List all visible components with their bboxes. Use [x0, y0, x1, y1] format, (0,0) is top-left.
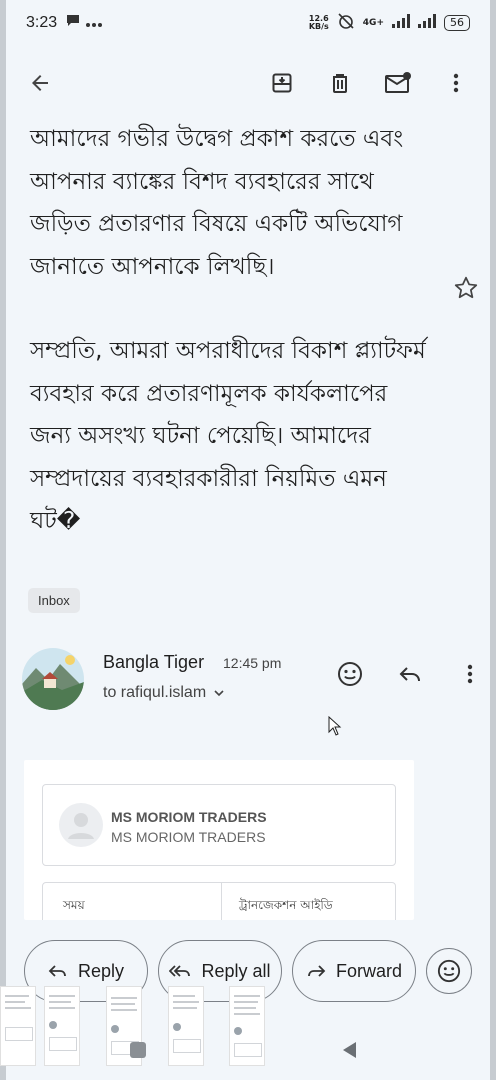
trash-icon: [333, 74, 347, 93]
message-time: 12:45 pm: [223, 655, 282, 671]
receipt-image-preview[interactable]: MS MORIOM TRADERS MS MORIOM TRADERS সময়…: [24, 760, 414, 920]
battery-indicator: 56: [444, 15, 470, 31]
reply-icon: [399, 667, 420, 682]
recent-thumbnail[interactable]: [0, 986, 36, 1066]
signal-icon: [392, 14, 410, 32]
star-outline-icon: [454, 276, 478, 299]
message-header: Bangla Tiger 12:45 pm to rafiqul.islam: [22, 648, 482, 712]
home-nav-icon: [130, 1042, 146, 1058]
recipient-text: to rafiqul.islam: [103, 684, 207, 701]
arrow-left-icon: [32, 75, 48, 91]
merchant-name: MS MORIOM TRADERS: [111, 809, 267, 825]
archive-icon: [272, 73, 292, 93]
app-bar: [6, 46, 490, 120]
delete-button[interactable]: [318, 61, 362, 105]
message-actions: [328, 652, 492, 696]
forward-label: Forward: [335, 960, 402, 981]
emoji-icon: [338, 662, 362, 686]
network-type: 4G+: [362, 18, 384, 28]
screen-edge-left: [0, 0, 6, 1080]
recent-thumbnail[interactable]: [229, 986, 265, 1066]
net-speed: 12.6 KB/s: [309, 15, 329, 31]
forward-icon: [308, 965, 326, 977]
more-vert-icon: [467, 664, 473, 684]
transaction-table: সময় ট্রানজেকশন আইডি: [42, 882, 396, 920]
recent-thumbnails-strip: [0, 986, 496, 1070]
back-button[interactable]: [18, 61, 62, 105]
home-button[interactable]: [128, 1040, 148, 1064]
signal-icon-2: [418, 14, 436, 32]
more-notifications-icon: [85, 14, 103, 32]
body-paragraph-2: সম্প্রতি, আমরা অপরাধীদের বিকাশ প্ল্যাটফর…: [30, 338, 426, 534]
react-button[interactable]: [328, 652, 372, 696]
alarm-off-icon: [337, 12, 355, 34]
sender-name[interactable]: Bangla Tiger: [103, 652, 204, 673]
back-nav-button[interactable]: [340, 1040, 360, 1064]
merchant-avatar: [59, 803, 103, 847]
merchant-subtitle: MS MORIOM TRADERS: [111, 829, 266, 845]
status-bar: 3:23 12.6 KB/s 4G+ 56: [6, 0, 490, 46]
label-chip-inbox[interactable]: Inbox: [28, 588, 80, 613]
back-triangle-icon: [343, 1042, 356, 1058]
recipient-toggle[interactable]: to rafiqul.islam: [103, 684, 226, 702]
status-time: 3:23: [26, 14, 58, 31]
status-indicators: 12.6 KB/s 4G+ 56: [309, 12, 470, 34]
net-speed-unit: KB/s: [308, 22, 329, 31]
more-vert-icon: [453, 73, 459, 93]
mouse-cursor-icon: [328, 715, 342, 740]
reply-all-label: Reply all: [201, 960, 271, 981]
star-button[interactable]: [444, 266, 488, 310]
column-header-time: সময়: [63, 898, 85, 912]
reply-icon-button[interactable]: [388, 652, 432, 696]
column-header-transaction-id: ট্রানজেকশন আইডি: [239, 898, 333, 912]
screen-edge-right: [490, 0, 496, 1080]
recent-thumbnail[interactable]: [44, 986, 80, 1066]
recent-thumbnail[interactable]: [168, 986, 204, 1066]
emoji-icon: [437, 959, 461, 983]
app-bar-actions: [260, 61, 478, 105]
mark-unread-button[interactable]: [376, 61, 420, 105]
archive-button[interactable]: [260, 61, 304, 105]
reply-all-icon: [169, 965, 191, 977]
email-body: আমাদের গভীর উদ্বেগ প্রকাশ করতে এবং আপনার…: [30, 118, 430, 585]
message-notification-icon: [65, 14, 81, 32]
chevron-down-icon: [214, 690, 224, 697]
more-options-button[interactable]: [434, 61, 478, 105]
avatar[interactable]: [22, 648, 84, 710]
reply-label: Reply: [77, 960, 125, 981]
reply-icon: [48, 965, 66, 977]
message-more-button[interactable]: [448, 652, 492, 696]
table-divider: [221, 883, 222, 920]
mark-unread-icon: [385, 72, 411, 93]
merchant-card: MS MORIOM TRADERS MS MORIOM TRADERS: [42, 784, 396, 866]
body-paragraph-1: আমাদের গভীর উদ্বেগ প্রকাশ করতে এবং আপনার…: [30, 126, 404, 280]
